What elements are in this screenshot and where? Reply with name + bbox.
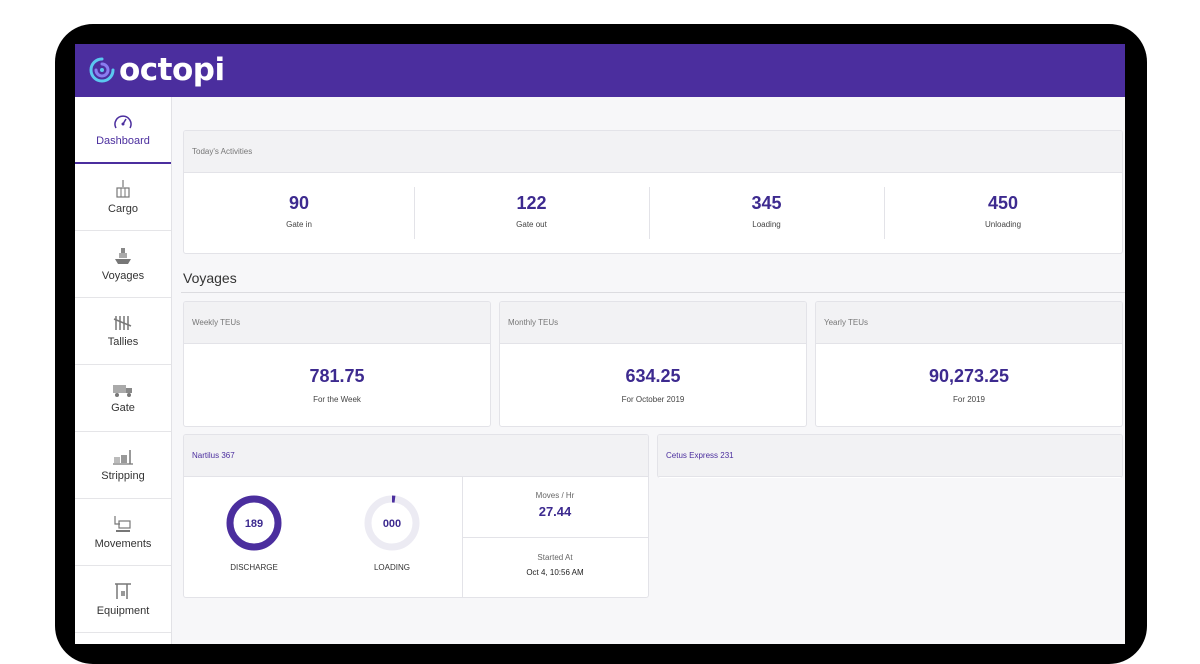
divider-horizontal (462, 537, 648, 538)
ship-icon (115, 248, 131, 264)
yearly-teus-card[interactable]: Yearly TEUs 90,273.25 For 2019 (815, 301, 1123, 427)
teu-value: 634.25 (625, 366, 681, 386)
truck-icon (113, 385, 132, 397)
octopi-logo-icon (89, 57, 115, 83)
vessel-card-cetus[interactable]: Cetus Express 231 (657, 434, 1123, 478)
logo-text: octopi (119, 52, 225, 88)
sidebar-item-label: Dashboard (96, 134, 150, 147)
tally-marks-icon (113, 316, 132, 330)
sidebar-item-label: Gate (111, 402, 135, 414)
discharge-value: 189 (245, 518, 263, 530)
crane-cargo-icon (116, 180, 130, 198)
loading-value: 000 (383, 518, 401, 530)
loading-ring: 000 (364, 495, 420, 551)
teu-caption: For 2019 (952, 395, 986, 404)
stat-label: Gate out (516, 220, 547, 229)
vessel-title: Cetus Express 231 (658, 435, 1122, 477)
stat-label: Unloading (984, 220, 1022, 229)
app-screen: octopi Dashboard Cargo Voyages Tallies G… (75, 44, 1125, 644)
stat-gate-out[interactable]: 122 Gate out (414, 193, 649, 229)
card-title: Today's Activities (184, 131, 1122, 173)
moves-label: Moves / Hr (535, 491, 575, 500)
card-title: Monthly TEUs (500, 302, 806, 344)
sidebar-item-movements[interactable]: Movements (75, 499, 171, 566)
stat-value: 345 (751, 193, 782, 213)
todays-activities-card: Today's Activities 90 Gate in 122 Gate o… (183, 130, 1123, 254)
sidebar-item-label: Cargo (108, 203, 138, 215)
loading-label: LOADING (373, 563, 410, 572)
sidebar-item-tallies[interactable]: Tallies (75, 298, 171, 365)
card-title: Yearly TEUs (816, 302, 1122, 344)
container-lift-icon (114, 516, 131, 532)
started-label: Started At (537, 553, 573, 562)
sidebar-item-voyages[interactable]: Voyages (75, 231, 171, 298)
sidebar-item-label: Movements (94, 538, 152, 550)
started-value: Oct 4, 10:56 AM (526, 568, 584, 577)
sidebar-item-label: Voyages (101, 270, 145, 282)
teu-value: 90,273.25 (928, 366, 1010, 386)
section-divider (181, 292, 1125, 293)
sidebar-item-label: Stripping (101, 470, 145, 482)
sidebar-item-stripping[interactable]: Stripping (75, 432, 171, 499)
stat-label: Loading (752, 220, 781, 229)
sidebar: Dashboard Cargo Voyages Tallies Gate Str… (75, 97, 172, 644)
teu-value: 781.75 (309, 366, 365, 386)
top-bar: octopi (75, 44, 1125, 97)
gantry-crane-icon (115, 583, 131, 599)
started-at: Started At Oct 4, 10:56 AM (462, 553, 648, 577)
forklift-boxes-icon (113, 450, 133, 465)
stat-value: 122 (516, 193, 547, 213)
stat-unloading[interactable]: 450 Unloading (884, 193, 1122, 229)
voyages-section-title: Voyages (183, 270, 237, 286)
monthly-teus-card[interactable]: Monthly TEUs 634.25 For October 2019 (499, 301, 807, 427)
weekly-teus-card[interactable]: Weekly TEUs 781.75 For the Week (183, 301, 491, 427)
discharge-label: DISCHARGE (230, 563, 278, 572)
sidebar-item-equipment[interactable]: Equipment (75, 566, 171, 633)
discharge-ring: 189 (226, 495, 282, 551)
sidebar-item-gate[interactable]: Gate (75, 365, 171, 432)
dashboard-gauge-icon (114, 114, 132, 128)
sidebar-item-label: Tallies (107, 336, 139, 348)
teu-caption: For October 2019 (621, 395, 685, 404)
vessel-title: Nartilus 367 (184, 435, 648, 477)
stat-value: 90 (288, 193, 310, 213)
octopi-logo[interactable]: octopi (88, 52, 225, 88)
vessel-card-nartilus[interactable]: Nartilus 367 189 DISCHARGE 000 LOADING M… (183, 434, 649, 598)
stat-label: Gate in (286, 220, 312, 229)
sidebar-item-dashboard[interactable]: Dashboard (75, 97, 171, 164)
sidebar-item-label: Equipment (96, 605, 150, 617)
stat-loading[interactable]: 345 Loading (649, 193, 884, 229)
sidebar-item-cargo[interactable]: Cargo (75, 164, 171, 231)
stat-gate-in[interactable]: 90 Gate in (184, 193, 414, 229)
card-title: Weekly TEUs (184, 302, 490, 344)
moves-per-hour: Moves / Hr 27.44 (462, 491, 648, 519)
stat-value: 450 (987, 193, 1019, 213)
teu-caption: For the Week (313, 395, 361, 404)
moves-value: 27.44 (538, 504, 572, 519)
